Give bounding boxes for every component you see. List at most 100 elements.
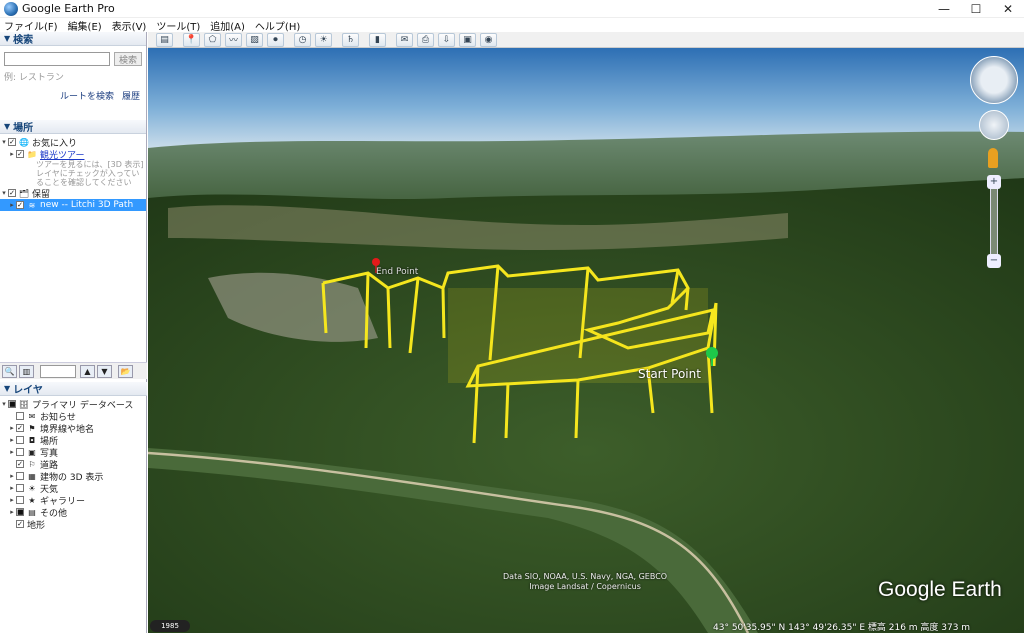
expand-arrow-icon[interactable]: ▸ bbox=[8, 436, 16, 444]
checkbox[interactable] bbox=[16, 472, 24, 480]
checkbox[interactable]: ✓ bbox=[16, 520, 24, 528]
look-joystick[interactable] bbox=[979, 110, 1009, 140]
tree-item-sightseeing-tour[interactable]: ▸ ✓ 📁 観光ツアー bbox=[0, 148, 146, 161]
layer-photos[interactable]: ▸ ▣ 写真 bbox=[0, 446, 147, 459]
checkbox[interactable]: ✓ bbox=[8, 138, 16, 146]
checkbox[interactable] bbox=[16, 484, 24, 492]
folder-icon: 🗂 bbox=[18, 188, 30, 198]
collapse-triangle-icon: ▼ bbox=[4, 122, 11, 131]
tree-item-temporary[interactable]: ▾ ✓ 🗂 保留 bbox=[0, 187, 146, 200]
expand-arrow-icon[interactable]: ▸ bbox=[8, 472, 16, 480]
ruler-icon[interactable]: ▮ bbox=[369, 32, 386, 47]
layer-announcements[interactable]: ✉ お知らせ bbox=[0, 410, 147, 423]
star-icon: ★ bbox=[28, 495, 36, 505]
layer-borders[interactable]: ▸ ✓ ⚑ 境界線や地名 bbox=[0, 422, 147, 435]
tree-item-label[interactable]: 観光ツアー bbox=[40, 148, 84, 161]
historical-imagery-badge[interactable]: 1985 bbox=[150, 620, 190, 632]
checkbox[interactable]: ✓ bbox=[16, 460, 24, 468]
search-places-icon[interactable]: 🔍 bbox=[2, 364, 17, 378]
street-view-pegman-icon[interactable] bbox=[988, 148, 998, 168]
zoom-out-icon[interactable]: − bbox=[987, 254, 1001, 268]
terrain-canvas[interactable] bbox=[148, 48, 1024, 633]
earth-3d-view[interactable]: End Point Start Point + − Data SIO, NOAA… bbox=[148, 48, 1024, 633]
layer-weather[interactable]: ▸ ☀ 天気 bbox=[0, 482, 147, 495]
checkbox[interactable]: ✓ bbox=[16, 424, 24, 432]
panel-toggle-icon[interactable]: ▥ bbox=[19, 364, 34, 378]
expand-arrow-icon[interactable]: ▾ bbox=[0, 400, 8, 408]
tree-item-litchi-path[interactable]: ▸ ✓ ≋ new -- Litchi 3D Path bbox=[0, 199, 146, 211]
search-section-header[interactable]: ▼ 検索 bbox=[0, 32, 146, 46]
expand-arrow-icon[interactable]: ▸ bbox=[8, 424, 16, 432]
menu-view[interactable]: 表示(V) bbox=[112, 18, 147, 33]
sun-icon[interactable]: ☀ bbox=[315, 32, 332, 47]
expand-arrow-icon[interactable]: ▾ bbox=[0, 189, 8, 197]
flag-icon: ⚑ bbox=[28, 423, 36, 433]
layer-terrain[interactable]: ✓ 地形 bbox=[0, 518, 147, 531]
places-filter-input[interactable] bbox=[40, 364, 76, 378]
expand-arrow-icon[interactable]: ▾ bbox=[0, 138, 8, 146]
menu-help[interactable]: ヘルプ(H) bbox=[255, 18, 300, 33]
move-up-icon[interactable]: ▲ bbox=[80, 364, 95, 378]
collapse-triangle-icon: ▼ bbox=[4, 34, 11, 43]
save-image-icon[interactable]: ⇩ bbox=[438, 32, 455, 47]
checkbox[interactable]: ✓ bbox=[16, 201, 24, 209]
collapse-triangle-icon: ▼ bbox=[4, 384, 11, 393]
expand-arrow-icon[interactable]: ▸ bbox=[8, 201, 16, 209]
expand-arrow-icon[interactable]: ▸ bbox=[8, 150, 16, 158]
maximize-icon[interactable]: ☐ bbox=[960, 0, 992, 18]
checkbox[interactable]: ■ bbox=[16, 508, 24, 516]
layer-gallery[interactable]: ▸ ★ ギャラリー bbox=[0, 494, 147, 507]
image-overlay-icon[interactable]: ▨ bbox=[246, 32, 263, 47]
expand-arrow-icon[interactable]: ▸ bbox=[8, 448, 16, 456]
historical-imagery-icon[interactable]: ◷ bbox=[294, 32, 311, 47]
compass-control[interactable] bbox=[970, 56, 1018, 104]
email-icon[interactable]: ✉ bbox=[396, 32, 413, 47]
envelope-icon: ✉ bbox=[28, 411, 36, 421]
zoom-slider[interactable] bbox=[990, 176, 998, 266]
layer-roads[interactable]: ✓ ⚐ 道路 bbox=[0, 458, 147, 471]
layers-header-label: レイヤ bbox=[13, 385, 43, 396]
search-button[interactable]: 検索 bbox=[114, 52, 142, 66]
search-header-label: 検索 bbox=[13, 35, 34, 46]
attribution-line: Data SIO, NOAA, U.S. Navy, NGA, GEBCO bbox=[503, 572, 668, 581]
print-icon[interactable]: ⎙ bbox=[417, 32, 434, 47]
history-year: 1985 bbox=[161, 622, 179, 630]
checkbox[interactable]: ✓ bbox=[16, 150, 24, 158]
history-link[interactable]: 履歴 bbox=[122, 89, 140, 102]
checkbox[interactable]: ■ bbox=[8, 400, 16, 408]
layer-primary-db[interactable]: ▾ ■ 🗄 プライマリ データベース bbox=[0, 398, 147, 411]
google-maps-icon[interactable]: ◉ bbox=[480, 32, 497, 47]
tree-item-favorites[interactable]: ▾ ✓ 🌐 お気に入り bbox=[0, 136, 146, 149]
layer-3d-buildings[interactable]: ▸ ▦ 建物の 3D 表示 bbox=[0, 470, 147, 483]
path-icon[interactable]: 〰 bbox=[225, 32, 242, 47]
record-tour-icon[interactable]: ⏺ bbox=[267, 32, 284, 47]
expand-arrow-icon[interactable]: ▸ bbox=[8, 484, 16, 492]
placemark-icon[interactable]: 📍 bbox=[183, 32, 200, 47]
places-header-label: 場所 bbox=[13, 123, 34, 134]
sidebar-toggle-icon[interactable]: ▤ bbox=[156, 32, 173, 47]
layer-more[interactable]: ▸ ■ ▤ その他 bbox=[0, 506, 147, 519]
planets-icon[interactable]: ♄ bbox=[342, 32, 359, 47]
menu-add[interactable]: 追加(A) bbox=[210, 18, 245, 33]
checkbox[interactable] bbox=[16, 412, 24, 420]
movie-maker-icon[interactable]: ▣ bbox=[459, 32, 476, 47]
expand-arrow-icon[interactable]: ▸ bbox=[8, 508, 16, 516]
checkbox[interactable] bbox=[16, 448, 24, 456]
zoom-in-icon[interactable]: + bbox=[987, 175, 1001, 189]
checkbox[interactable] bbox=[16, 496, 24, 504]
menu-edit[interactable]: 編集(E) bbox=[68, 18, 102, 33]
checkbox[interactable]: ✓ bbox=[8, 189, 16, 197]
move-down-icon[interactable]: ▼ bbox=[97, 364, 112, 378]
places-section-header[interactable]: ▼ 場所 bbox=[0, 120, 146, 134]
menu-tools[interactable]: ツール(T) bbox=[156, 18, 200, 33]
checkbox[interactable] bbox=[16, 436, 24, 444]
route-search-link[interactable]: ルートを検索 bbox=[60, 89, 114, 102]
layers-section-header[interactable]: ▼ レイヤ bbox=[0, 382, 147, 396]
close-icon[interactable]: ✕ bbox=[992, 0, 1024, 18]
polygon-icon[interactable]: ⬠ bbox=[204, 32, 221, 47]
minimize-icon[interactable]: — bbox=[928, 0, 960, 18]
layer-places[interactable]: ▸ ◘ 場所 bbox=[0, 434, 147, 447]
folder-icon[interactable]: 📂 bbox=[118, 364, 133, 378]
search-input[interactable] bbox=[4, 52, 110, 66]
expand-arrow-icon[interactable]: ▸ bbox=[8, 496, 16, 504]
